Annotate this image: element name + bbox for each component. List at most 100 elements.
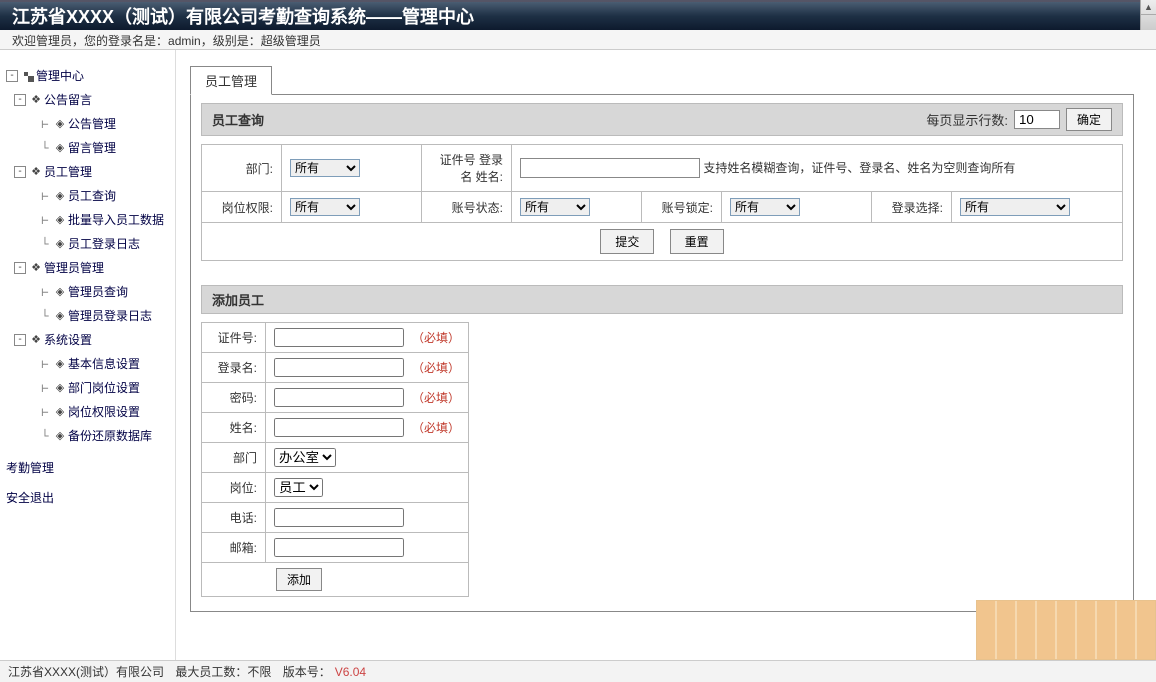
welcome-mid: ，级别是： bbox=[201, 34, 261, 48]
diamond-icon: ❖ bbox=[30, 94, 42, 106]
required-hint: （必填） bbox=[412, 421, 460, 435]
lock-select[interactable]: 所有 bbox=[730, 198, 800, 216]
welcome-login: admin bbox=[168, 34, 201, 48]
diamond-icon: ◈ bbox=[54, 190, 66, 202]
tree-line-icon: └ bbox=[38, 232, 52, 256]
tel-label: 电话: bbox=[202, 503, 266, 533]
idname-input[interactable] bbox=[520, 158, 700, 178]
main-content: 员工管理 员工查询 每页显示行数: 确定 部门: 所有 证件号 登录名 姓名: bbox=[176, 50, 1156, 660]
diamond-icon: ◈ bbox=[54, 430, 66, 442]
tree-leaf[interactable]: 员工查询 bbox=[68, 184, 116, 208]
tree-root-icon bbox=[22, 70, 34, 82]
rows-confirm-button[interactable]: 确定 bbox=[1066, 108, 1112, 131]
tree-node-admin[interactable]: 管理员管理 bbox=[44, 256, 104, 280]
tree-leaf[interactable]: 备份还原数据库 bbox=[68, 424, 152, 448]
diamond-icon: ◈ bbox=[54, 142, 66, 154]
tab-employee-mgmt[interactable]: 员工管理 bbox=[190, 66, 272, 95]
tree-leaf[interactable]: 管理员查询 bbox=[68, 280, 128, 304]
tree-collapse-icon[interactable]: - bbox=[14, 262, 26, 274]
footer-max: 最大员工数：不限 bbox=[175, 663, 271, 680]
query-submit-button[interactable]: 提交 bbox=[600, 229, 654, 254]
footer-version: V6.04 bbox=[335, 665, 366, 679]
diamond-icon: ◈ bbox=[54, 214, 66, 226]
tree-line-icon: ⊢ bbox=[38, 208, 52, 232]
scrollbar-stub: ▲ bbox=[1140, 0, 1156, 30]
post-select[interactable]: 员工 bbox=[274, 478, 323, 497]
query-reset-button[interactable]: 重置 bbox=[670, 229, 724, 254]
tree-leaf[interactable]: 基本信息设置 bbox=[68, 352, 140, 376]
tree-leaf[interactable]: 部门岗位设置 bbox=[68, 376, 140, 400]
tree-leaf[interactable]: 留言管理 bbox=[68, 136, 116, 160]
tel-input[interactable] bbox=[274, 508, 404, 527]
status-select[interactable]: 所有 bbox=[520, 198, 590, 216]
lock-label: 账号锁定: bbox=[642, 192, 722, 223]
tree-collapse-icon[interactable]: - bbox=[14, 94, 26, 106]
diamond-icon: ◈ bbox=[54, 310, 66, 322]
diamond-icon: ◈ bbox=[54, 118, 66, 130]
tree-leaf[interactable]: 管理员登录日志 bbox=[68, 304, 152, 328]
post-label: 岗位: bbox=[202, 473, 266, 503]
link-attendance[interactable]: 考勤管理 bbox=[6, 456, 54, 480]
diamond-icon: ◈ bbox=[54, 382, 66, 394]
required-hint: （必填） bbox=[412, 361, 460, 375]
tree-line-icon: ⊢ bbox=[38, 352, 52, 376]
tree-leaf[interactable]: 公告管理 bbox=[68, 112, 116, 136]
diamond-icon: ◈ bbox=[54, 238, 66, 250]
welcome-bar: 欢迎管理员，您的登录名是：admin，级别是：超级管理员 bbox=[0, 30, 1156, 50]
tree-collapse-icon[interactable]: - bbox=[14, 334, 26, 346]
app-title: 江苏省XXXX（测试）有限公司考勤查询系统——管理中心 bbox=[12, 3, 474, 29]
loginsel-label: 登录选择: bbox=[872, 192, 952, 223]
tree-collapse-icon[interactable]: - bbox=[6, 70, 18, 82]
tree-node-announce[interactable]: 公告留言 bbox=[44, 88, 92, 112]
mail-input[interactable] bbox=[274, 538, 404, 557]
diamond-icon: ◈ bbox=[54, 406, 66, 418]
idname-label: 证件号 登录名 姓名: bbox=[422, 145, 512, 192]
section-query-header: 员工查询 每页显示行数: 确定 bbox=[201, 103, 1123, 136]
diamond-icon: ◈ bbox=[54, 358, 66, 370]
tree-leaf[interactable]: 员工登录日志 bbox=[68, 232, 140, 256]
idname-hint: 支持姓名模糊查询，证件号、登录名、姓名为空则查询所有 bbox=[703, 161, 1015, 175]
cert-label: 证件号: bbox=[202, 323, 266, 353]
rows-per-page-input[interactable] bbox=[1014, 110, 1060, 129]
sidebar: -管理中心 -❖公告留言 ⊢◈公告管理 └◈留言管理 -❖员工管理 ⊢◈员工查询… bbox=[0, 50, 176, 660]
tree-line-icon: ⊢ bbox=[38, 280, 52, 304]
perm-label: 岗位权限: bbox=[202, 192, 282, 223]
section-query-title: 员工查询 bbox=[212, 110, 264, 129]
cert-input[interactable] bbox=[274, 328, 404, 347]
name-input[interactable] bbox=[274, 418, 404, 437]
mail-label: 邮箱: bbox=[202, 533, 266, 563]
tree-node-system[interactable]: 系统设置 bbox=[44, 328, 92, 352]
perm-select[interactable]: 所有 bbox=[290, 198, 360, 216]
diamond-icon: ❖ bbox=[30, 166, 42, 178]
dept-select[interactable]: 所有 bbox=[290, 159, 360, 177]
required-hint: （必填） bbox=[412, 331, 460, 345]
add-form: 证件号: （必填） 登录名: （必填） 密码: （必填） 姓名: （必填） bbox=[201, 322, 729, 597]
pwd-input[interactable] bbox=[274, 388, 404, 407]
tree-line-icon: ⊢ bbox=[38, 184, 52, 208]
tree-leaf[interactable]: 岗位权限设置 bbox=[68, 400, 140, 424]
scroll-up-icon: ▲ bbox=[1141, 0, 1156, 15]
footer-ver-label: 版本号： bbox=[283, 663, 331, 680]
dept-add-label: 部门 bbox=[202, 443, 266, 473]
diamond-icon: ❖ bbox=[30, 334, 42, 346]
rows-per-page-label: 每页显示行数: bbox=[926, 110, 1008, 129]
section-add-title: 添加员工 bbox=[212, 290, 264, 309]
tree-node-employee[interactable]: 员工管理 bbox=[44, 160, 92, 184]
dept-label: 部门: bbox=[202, 145, 282, 192]
section-add-header: 添加员工 bbox=[201, 285, 1123, 314]
loginsel-select[interactable]: 所有 bbox=[960, 198, 1070, 216]
tree-collapse-icon[interactable]: - bbox=[14, 166, 26, 178]
tree-leaf[interactable]: 批量导入员工数据 bbox=[68, 208, 164, 232]
dept-add-select[interactable]: 办公室 bbox=[274, 448, 336, 467]
add-button[interactable]: 添加 bbox=[276, 568, 322, 591]
nav-tree: -管理中心 -❖公告留言 ⊢◈公告管理 └◈留言管理 -❖员工管理 ⊢◈员工查询… bbox=[6, 64, 169, 510]
decorative-pattern bbox=[976, 600, 1156, 660]
link-logout[interactable]: 安全退出 bbox=[6, 486, 54, 510]
login-input[interactable] bbox=[274, 358, 404, 377]
diamond-icon: ❖ bbox=[30, 262, 42, 274]
diamond-icon: ◈ bbox=[54, 286, 66, 298]
tree-line-icon: └ bbox=[38, 136, 52, 160]
tab-strip: 员工管理 bbox=[190, 66, 1134, 95]
welcome-level: 超级管理员 bbox=[261, 34, 321, 48]
tree-root[interactable]: 管理中心 bbox=[36, 64, 84, 88]
